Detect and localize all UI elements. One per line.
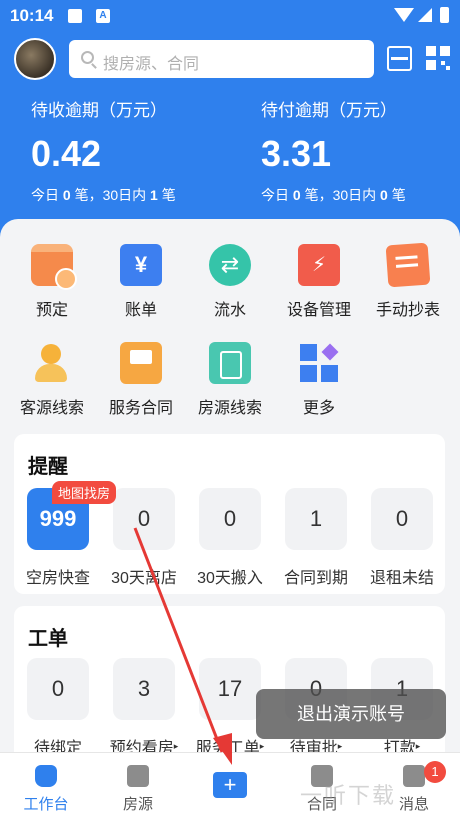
annotation-arrow-head xyxy=(213,733,232,765)
annotation-arrow xyxy=(133,527,232,765)
annotation-arrow-line xyxy=(133,527,224,753)
